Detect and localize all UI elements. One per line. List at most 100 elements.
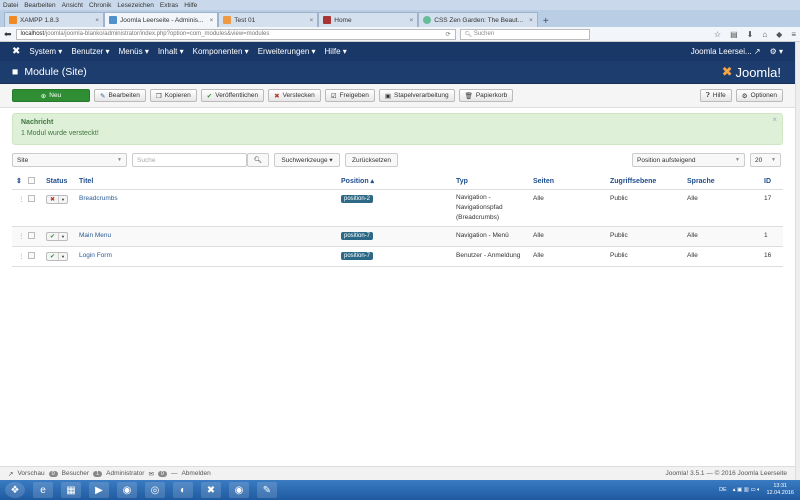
new-tab-button[interactable]: +	[538, 16, 554, 27]
reload-icon[interactable]: ⟳	[446, 31, 451, 38]
clock[interactable]: 13:31 12.04.2016	[766, 483, 794, 497]
page-scrollbar[interactable]	[795, 42, 800, 480]
close-icon[interactable]: ×	[92, 17, 99, 24]
xampp-icon[interactable]: ✖	[201, 482, 221, 498]
published-icon[interactable]: ✔	[47, 233, 58, 240]
reset-button[interactable]: Zurücksetzen	[345, 153, 398, 167]
ie-icon[interactable]: e	[33, 482, 53, 498]
batch-button[interactable]: ▣ Stapelverarbeitung	[378, 89, 455, 102]
firefox-icon[interactable]: ◉	[117, 482, 137, 498]
chrome-icon[interactable]: ◎	[145, 482, 165, 498]
unpublished-icon[interactable]: ✖	[47, 196, 58, 203]
tab-csszen[interactable]: CSS Zen Garden: The Beaut... ×	[418, 12, 538, 27]
close-icon[interactable]: ×	[306, 17, 313, 24]
check-all[interactable]	[28, 174, 46, 190]
close-icon[interactable]: ×	[526, 17, 533, 24]
col-position[interactable]: Position ▴	[341, 174, 456, 190]
module-title-link[interactable]: Login Form	[79, 252, 112, 259]
edit-button[interactable]: ✎ Bearbeiten	[94, 89, 146, 102]
module-title-link[interactable]: Main Menu	[79, 232, 111, 239]
col-language[interactable]: Sprache	[687, 174, 764, 190]
back-icon[interactable]: ⬅	[4, 29, 12, 40]
chevron-down-icon[interactable]: ▼	[58, 252, 67, 260]
tray-icons[interactable]: ▴ ▣ ▥ ▭ 🔈︎	[733, 487, 761, 494]
col-type[interactable]: Typ	[456, 174, 533, 190]
browser-search[interactable]: 🔍︎ Suchen	[459, 28, 590, 40]
nav-hilfe[interactable]: Hilfe ▾	[325, 47, 347, 56]
menu-chronik[interactable]: Chronik	[89, 2, 111, 9]
close-icon[interactable]: ×	[206, 17, 213, 24]
nav-menus[interactable]: Menüs ▾	[119, 47, 149, 56]
home-icon[interactable]: ⌂	[762, 30, 767, 39]
search-tools-button[interactable]: Suchwerkzeuge ▾	[274, 153, 340, 167]
pocket-icon[interactable]: ◆	[776, 30, 782, 39]
col-title[interactable]: Titel	[79, 174, 341, 190]
menu-datei[interactable]: Datei	[3, 2, 18, 9]
publish-button[interactable]: ✔ Veröffentlichen	[200, 89, 265, 102]
module-title-link[interactable]: Breadcrumbs	[79, 195, 118, 202]
menu-extras[interactable]: Extras	[160, 2, 178, 9]
menu-ansicht[interactable]: Ansicht	[62, 2, 83, 9]
notepad-icon[interactable]: ✎	[257, 482, 277, 498]
close-icon[interactable]: ×	[772, 115, 777, 124]
settings-menu[interactable]: ⚙ ▾	[770, 47, 783, 56]
media-player-icon[interactable]: ▶	[89, 482, 109, 498]
preview-link[interactable]: Vorschau	[17, 470, 44, 477]
nav-erweiterungen[interactable]: Erweiterungen ▾	[258, 47, 316, 56]
menu-lesezeichen[interactable]: Lesezeichen	[117, 2, 154, 9]
drag-handle-icon[interactable]: ⋮	[12, 246, 28, 267]
new-button[interactable]: ⊕ Neu	[12, 89, 90, 102]
row-checkbox[interactable]	[28, 226, 46, 247]
nav-komponenten[interactable]: Komponenten ▾	[193, 47, 249, 56]
help-button[interactable]: ❓︎ Hilfe	[699, 89, 732, 102]
options-button[interactable]: ⚙ Optionen	[735, 89, 783, 102]
col-id[interactable]: ID	[764, 174, 783, 190]
drag-handle-icon[interactable]: ⋮	[12, 226, 28, 247]
search-button[interactable]: 🔍︎	[247, 153, 269, 167]
unpublish-button[interactable]: ✖ Verstecken	[268, 89, 321, 102]
tab-joomla[interactable]: Joomla Leerseite - Adminis... ×	[104, 12, 219, 27]
ordering-sort-icon[interactable]: ⇕	[12, 174, 28, 190]
status-toggle[interactable]: ✔ ▼	[46, 246, 79, 267]
language-indicator[interactable]: DE	[719, 487, 727, 493]
col-status[interactable]: Status	[46, 174, 79, 190]
joomla-logo[interactable]: ✖ Joomla!	[722, 64, 781, 80]
tab-xampp[interactable]: XAMPP 1.8.3 ×	[4, 12, 104, 27]
joomla-icon[interactable]: ✖	[12, 46, 20, 57]
copy-button[interactable]: ❐ Kopieren	[149, 89, 197, 102]
url-input[interactable]: localhost/joomla/joomla-blanko/administr…	[15, 28, 456, 40]
published-icon[interactable]: ✔	[47, 253, 58, 260]
menu-hilfe[interactable]: Hilfe	[184, 2, 197, 9]
col-access[interactable]: Zugriffsebene	[610, 174, 687, 190]
drag-handle-icon[interactable]: ⋮	[12, 189, 28, 227]
tab-test[interactable]: Test 01 ×	[218, 12, 319, 27]
status-toggle[interactable]: ✖ ▼	[46, 189, 79, 227]
ordering-select[interactable]: Position aufsteigend ▼	[632, 153, 745, 167]
chevron-down-icon[interactable]: ▼	[58, 195, 67, 203]
search-input[interactable]: Suche	[132, 153, 247, 167]
logout-link[interactable]: Abmelden	[181, 470, 210, 477]
messages-count[interactable]: 0	[157, 470, 167, 477]
menu-bearbeiten[interactable]: Bearbeiten	[24, 2, 55, 9]
nav-system[interactable]: System ▾	[29, 47, 62, 56]
nav-benutzer[interactable]: Benutzer ▾	[71, 47, 109, 56]
tab-home[interactable]: Home ×	[318, 12, 419, 27]
trash-button[interactable]: 🗑︎ Papierkorb	[458, 89, 514, 102]
explorer-icon[interactable]: ▦	[61, 482, 81, 498]
chevron-down-icon[interactable]: ▼	[58, 232, 67, 240]
limit-select[interactable]: 20 ▼	[750, 153, 781, 167]
col-pages[interactable]: Seiten	[533, 174, 610, 190]
client-select[interactable]: Site ▼	[12, 153, 127, 167]
checkin-button[interactable]: ☑ Freigeben	[324, 89, 375, 102]
bookmarks-icon[interactable]: ▤	[730, 30, 738, 39]
nav-site-link[interactable]: Joomla Leersei... ↗	[691, 47, 761, 56]
row-checkbox[interactable]	[28, 246, 46, 267]
nav-inhalt[interactable]: Inhalt ▾	[158, 47, 184, 56]
close-icon[interactable]: ×	[406, 17, 413, 24]
status-toggle[interactable]: ✔ ▼	[46, 226, 79, 247]
bookmark-star-icon[interactable]: ☆	[714, 30, 721, 39]
steam-icon[interactable]: ◐	[173, 482, 193, 498]
start-button[interactable]: ❖	[5, 482, 25, 498]
download-icon[interactable]: ⬇	[747, 30, 754, 39]
menu-icon[interactable]: ≡	[791, 30, 796, 39]
